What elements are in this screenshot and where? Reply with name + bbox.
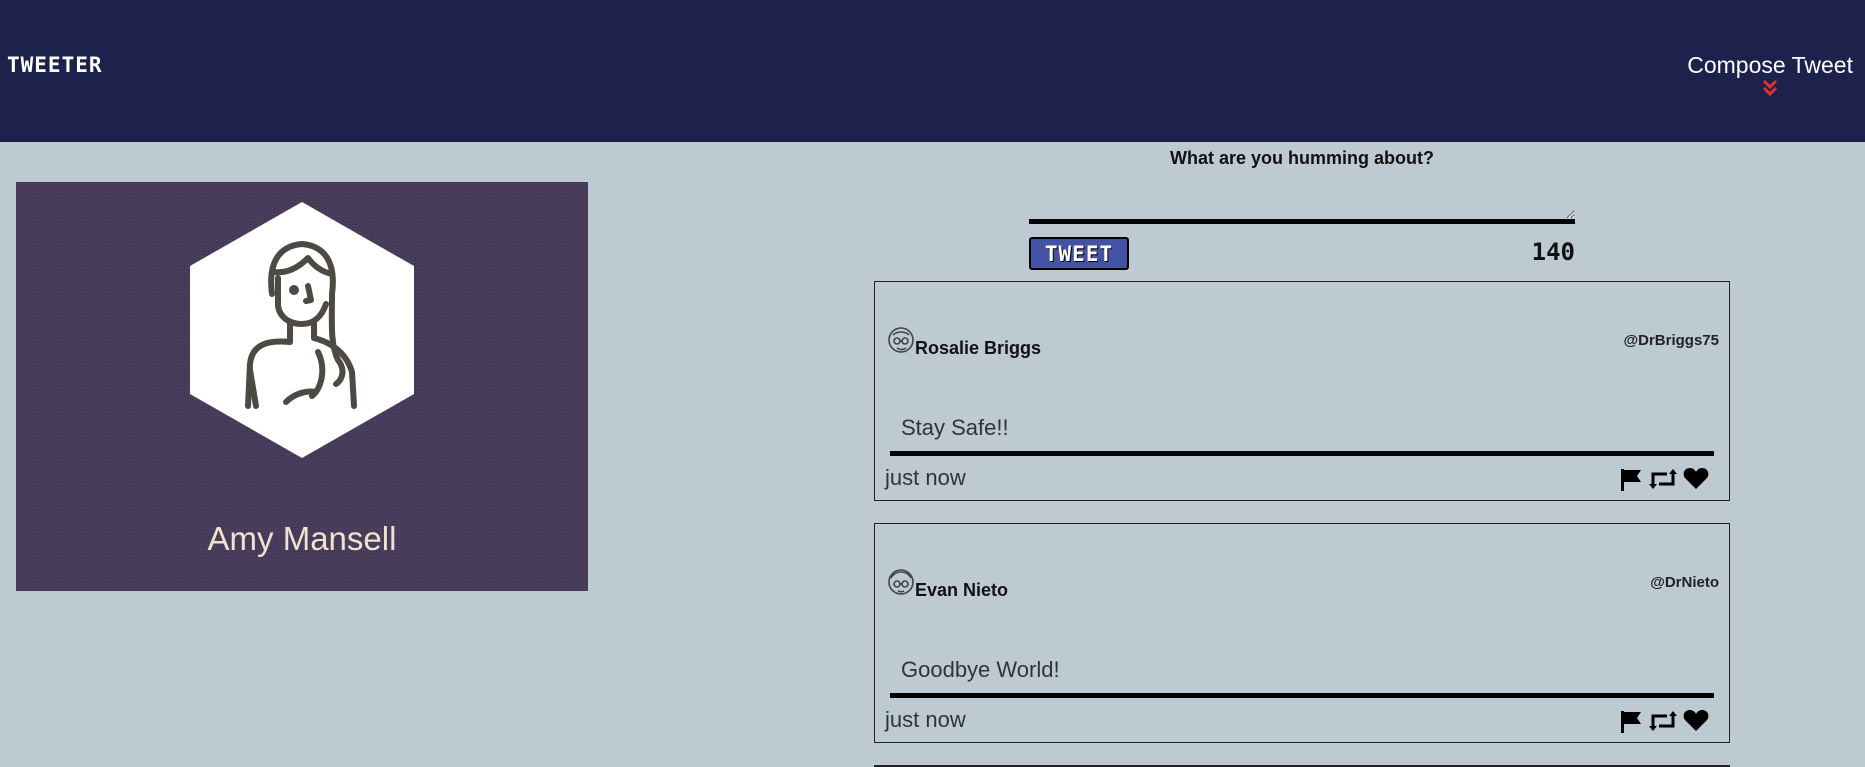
- flag-icon[interactable]: [1619, 467, 1643, 495]
- profile-avatar: [190, 202, 414, 458]
- tweet-timestamp: just now: [885, 707, 966, 732]
- tweet-actions: [1619, 709, 1709, 737]
- user-avatar-icon: [888, 327, 914, 353]
- heart-icon[interactable]: [1683, 709, 1709, 737]
- new-tweet-heading: What are you humming about?: [1170, 148, 1434, 168]
- new-tweet-form: What are you humming about? TWEET 140: [1029, 148, 1575, 270]
- compose-tweet-button[interactable]: Compose Tweet: [1687, 52, 1853, 97]
- heart-icon[interactable]: [1683, 467, 1709, 495]
- tweet-divider: [890, 451, 1714, 456]
- profile-card: Amy Mansell: [16, 182, 588, 591]
- tweet-timestamp: just now: [885, 465, 966, 490]
- retweet-icon[interactable]: [1649, 468, 1677, 494]
- tweet-author-handle[interactable]: @DrNieto: [1650, 574, 1719, 591]
- tweet-divider: [890, 693, 1714, 698]
- tweet-text: Stay Safe!!: [901, 415, 1009, 440]
- tweet-button[interactable]: TWEET: [1029, 237, 1129, 270]
- brand-logo[interactable]: TWEETER: [7, 53, 103, 77]
- tweet-author-name: Evan Nieto: [915, 580, 1009, 600]
- tweet-card: Rosalie Briggs @DrBriggs75 Stay Safe!! j…: [874, 281, 1730, 501]
- flag-icon[interactable]: [1619, 709, 1643, 737]
- tweet-textarea[interactable]: [1029, 184, 1575, 224]
- compose-tweet-label: Compose Tweet: [1687, 52, 1853, 78]
- tweet-author-handle[interactable]: @DrBriggs75: [1624, 332, 1720, 349]
- profile-name: Amy Mansell: [207, 520, 397, 557]
- retweet-icon[interactable]: [1649, 710, 1677, 736]
- user-avatar-icon: [888, 569, 914, 595]
- top-navbar: TWEETER Compose Tweet: [0, 0, 1865, 142]
- tweet-card: Evan Nieto @DrNieto Goodbye World! just …: [874, 523, 1730, 743]
- tweet-actions: [1619, 467, 1709, 495]
- double-chevron-down-icon: [1763, 79, 1778, 97]
- tweet-author-name: Rosalie Briggs: [915, 338, 1042, 358]
- tweet-text: Goodbye World!: [901, 657, 1060, 682]
- character-counter: 140: [1531, 238, 1575, 266]
